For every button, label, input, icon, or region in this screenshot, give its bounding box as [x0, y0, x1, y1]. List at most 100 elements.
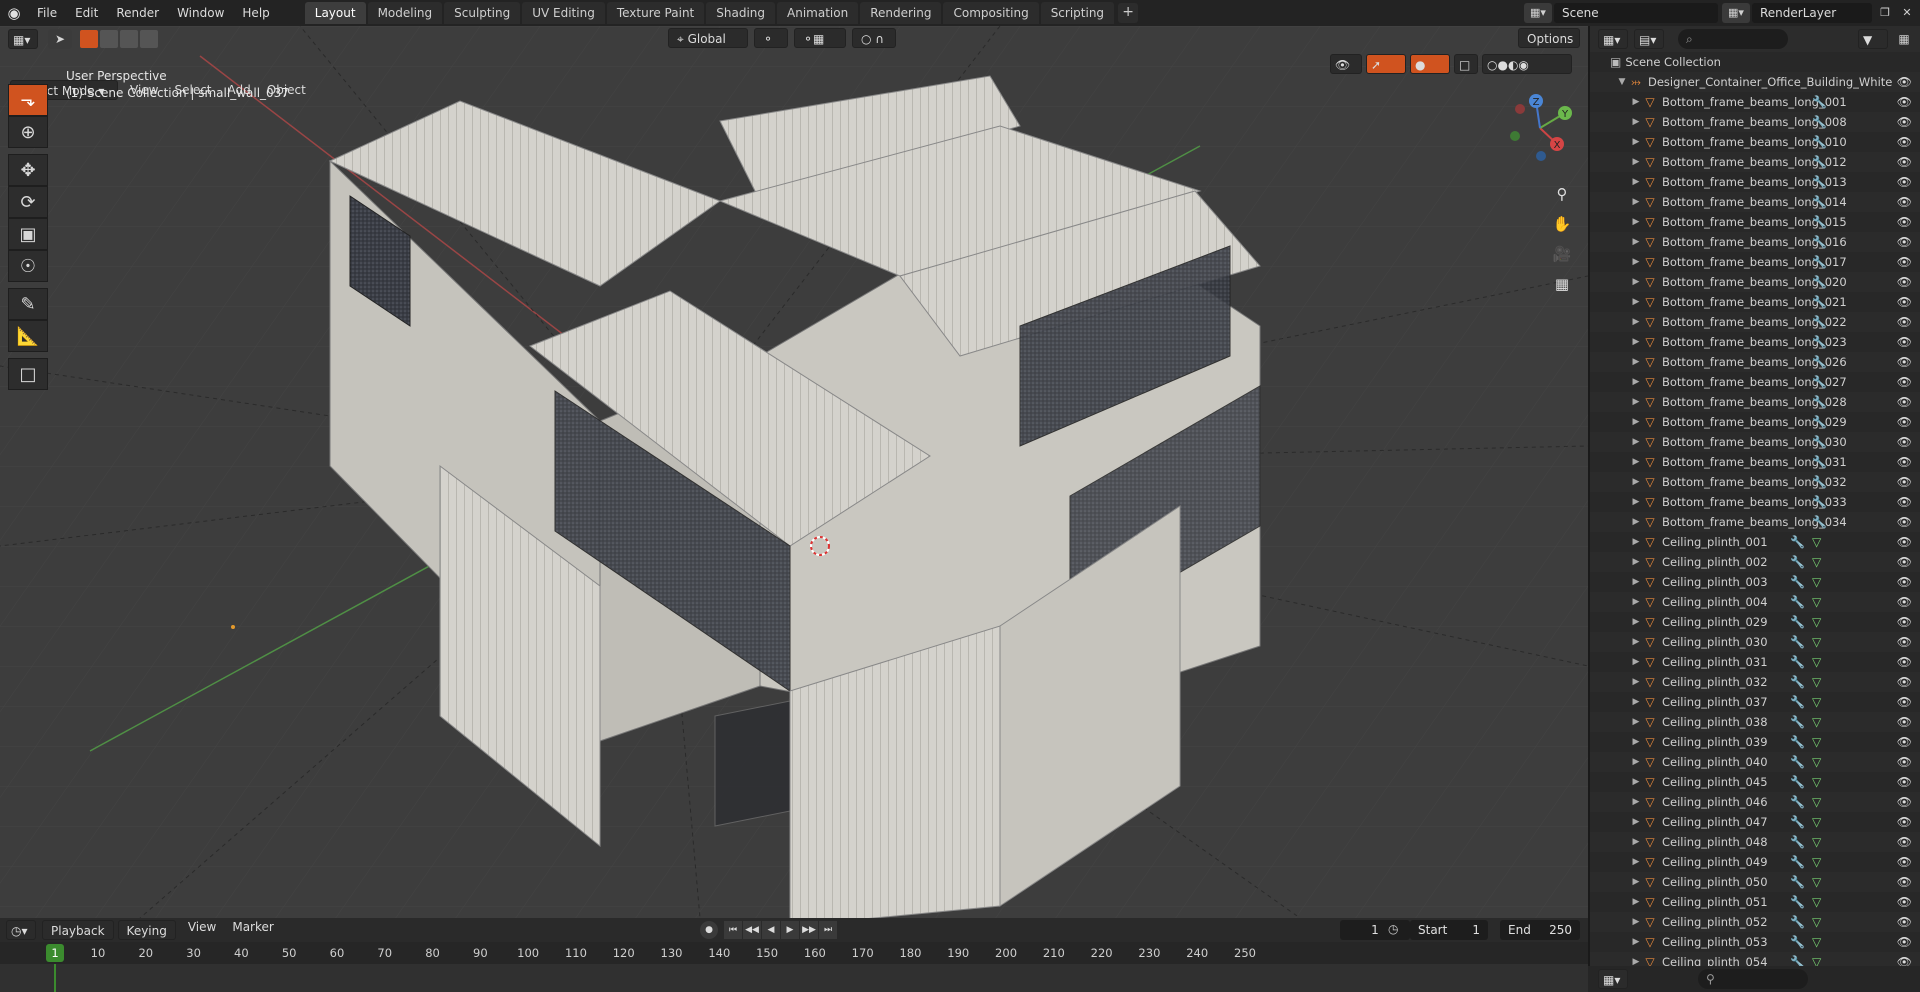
add-workspace-button[interactable]: + [1118, 3, 1139, 23]
rotate-tool-icon[interactable]: ⟳ [8, 186, 48, 218]
visibility-eye-icon[interactable]: 👁 [1897, 555, 1912, 569]
visibility-eye-icon[interactable]: 👁 [1897, 695, 1912, 709]
visibility-eye-icon[interactable]: 👁 [1897, 415, 1912, 429]
modifier-wrench-icon[interactable]: 🔧 [1812, 135, 1827, 149]
frame-ruler[interactable]: 1 10 20 30 40 50 60 70 80 90 100 110 120 130 140 150 160… [0, 942, 1588, 964]
outliner-item-row[interactable]: ▶ ▽ Bottom_frame_beams_long_034 🔧 👁 [1590, 512, 1920, 532]
visibility-eye-icon[interactable]: 👁 [1897, 935, 1912, 949]
modifier-wrench-icon[interactable]: 🔧 [1812, 395, 1827, 409]
expand-caret-icon[interactable]: ▶ [1630, 817, 1642, 827]
outliner-item-row[interactable]: ▶ ▽ Bottom_frame_beams_long_026 🔧 👁 [1590, 352, 1920, 372]
expand-caret-icon[interactable]: ▶ [1630, 137, 1642, 147]
pan-hand-icon[interactable]: ✋ [1548, 210, 1576, 238]
render-layer-field[interactable]: RenderLayer [1752, 3, 1872, 23]
visibility-eye-icon[interactable]: 👁 [1897, 915, 1912, 929]
prev-keyframe-icon[interactable]: ◀◀ [743, 921, 761, 939]
new-collection-icon[interactable]: ▦ [1894, 32, 1914, 46]
modifier-wrench-icon[interactable]: 🔧 [1790, 775, 1805, 789]
modifier-wrench-icon[interactable]: 🔧 [1790, 615, 1805, 629]
modifier-wrench-icon[interactable]: 🔧 [1790, 915, 1805, 929]
outliner-item-row[interactable]: ▶ ▽ Ceiling_plinth_032 🔧 ▽ 👁 [1590, 672, 1920, 692]
outliner-item-row[interactable]: ▶ ▽ Ceiling_plinth_031 🔧 ▽ 👁 [1590, 652, 1920, 672]
outliner-item-row[interactable]: ▶ ▽ Bottom_frame_beams_long_032 🔧 👁 [1590, 472, 1920, 492]
mesh-data-icon[interactable]: ▽ [1812, 635, 1821, 649]
mesh-data-icon[interactable]: ▽ [1812, 915, 1821, 929]
modifier-wrench-icon[interactable]: 🔧 [1812, 295, 1827, 309]
visibility-eye-icon[interactable]: 👁 [1897, 175, 1912, 189]
outliner-item-row[interactable]: ▶ ▽ Ceiling_plinth_050 🔧 ▽ 👁 [1590, 872, 1920, 892]
modifier-wrench-icon[interactable]: 🔧 [1812, 235, 1827, 249]
display-mode-icon[interactable]: ▤▾ [1634, 29, 1664, 49]
visibility-eye-icon[interactable]: 👁 [1897, 895, 1912, 909]
expand-caret-icon[interactable]: ▶ [1630, 277, 1642, 287]
menu-render[interactable]: Render [107, 2, 168, 24]
expand-caret-icon[interactable]: ▶ [1630, 437, 1642, 447]
outliner-item-row[interactable]: ▶ ▽ Bottom_frame_beams_long_023 🔧 👁 [1590, 332, 1920, 352]
outliner-item-row[interactable]: ▶ ▽ Ceiling_plinth_039 🔧 ▽ 👁 [1590, 732, 1920, 752]
outliner-item-row[interactable]: ▶ ▽ Ceiling_plinth_001 🔧 ▽ 👁 [1590, 532, 1920, 552]
modifier-wrench-icon[interactable]: 🔧 [1812, 115, 1827, 129]
select-invert-icon[interactable] [140, 30, 158, 48]
visibility-eye-icon[interactable]: 👁 [1897, 815, 1912, 829]
measure-tool-icon[interactable]: 📐 [8, 320, 48, 352]
visibility-eye-icon[interactable]: 👁 [1897, 395, 1912, 409]
view-layer-icon[interactable]: ▦▾ [1722, 3, 1750, 23]
orientation-dropdown[interactable]: ⌖ Global [668, 28, 748, 48]
modifier-wrench-icon[interactable]: 🔧 [1812, 455, 1827, 469]
start-frame-field[interactable]: Start 1 [1410, 920, 1488, 940]
visibility-eye-icon[interactable]: 👁 [1897, 795, 1912, 809]
navigation-gizmo[interactable]: X Y Z [1500, 88, 1580, 168]
jump-end-icon[interactable]: ⏭ [819, 921, 837, 939]
visibility-eye-icon[interactable]: 👁 [1897, 335, 1912, 349]
mesh-data-icon[interactable]: ▽ [1812, 755, 1821, 769]
expand-caret-icon[interactable]: ▶ [1630, 717, 1642, 727]
visibility-eye-icon[interactable]: 👁 [1897, 255, 1912, 269]
visibility-eye-icon[interactable]: 👁 [1897, 635, 1912, 649]
copy-layer-icon[interactable]: ❐ [1876, 3, 1894, 23]
visibility-eye-icon[interactable]: 👁 [1897, 575, 1912, 589]
visibility-eye-icon[interactable]: 👁 [1897, 835, 1912, 849]
expand-caret-icon[interactable]: ▶ [1630, 957, 1642, 966]
modifier-wrench-icon[interactable]: 🔧 [1790, 855, 1805, 869]
modifier-wrench-icon[interactable]: 🔧 [1790, 835, 1805, 849]
modifier-wrench-icon[interactable]: 🔧 [1790, 655, 1805, 669]
modifier-wrench-icon[interactable]: 🔧 [1812, 495, 1827, 509]
overlay-toggle-icon[interactable]: ● [1410, 54, 1450, 74]
modifier-wrench-icon[interactable]: 🔧 [1790, 695, 1805, 709]
timeline-editor-icon[interactable]: ◷▾ [6, 920, 36, 940]
visibility-eye-icon[interactable]: 👁 [1897, 355, 1912, 369]
visibility-eye-icon[interactable]: 👁 [1897, 375, 1912, 389]
visibility-eye-icon[interactable]: 👁 [1897, 715, 1912, 729]
outliner-item-row[interactable]: ▶ ▽ Bottom_frame_beams_long_014 🔧 👁 [1590, 192, 1920, 212]
jump-start-icon[interactable]: ⏮ [724, 921, 742, 939]
modifier-wrench-icon[interactable]: 🔧 [1812, 515, 1827, 529]
viewport-scene[interactable] [0, 26, 1588, 918]
3d-viewport[interactable]: ▦▾ ➤ Object Mode ▾ View Select Add Object ⌖… [0, 26, 1588, 918]
expand-caret-icon[interactable]: ▶ [1630, 697, 1642, 707]
modifier-wrench-icon[interactable]: 🔧 [1790, 895, 1805, 909]
snap-icon[interactable]: ⚬▦ [794, 28, 846, 48]
mesh-data-icon[interactable]: ▽ [1812, 815, 1821, 829]
expand-caret-icon[interactable]: ▶ [1630, 517, 1642, 527]
menu-help[interactable]: Help [233, 2, 278, 24]
outliner-item-row[interactable]: ▶ ▽ Ceiling_plinth_003 🔧 ▽ 👁 [1590, 572, 1920, 592]
modifier-wrench-icon[interactable]: 🔧 [1812, 475, 1827, 489]
move-tool-icon[interactable]: ✥ [8, 154, 48, 186]
expand-caret-icon[interactable]: ▶ [1630, 777, 1642, 787]
expand-caret-icon[interactable]: ▶ [1630, 557, 1642, 567]
mesh-data-icon[interactable]: ▽ [1812, 675, 1821, 689]
expand-caret-icon[interactable]: ▶ [1630, 97, 1642, 107]
status-editor-icon[interactable]: ▦▾ [1598, 969, 1628, 989]
expand-caret-icon[interactable]: ▶ [1630, 497, 1642, 507]
add-cube-tool-icon[interactable]: □ [8, 358, 48, 390]
mesh-data-icon[interactable]: ▽ [1812, 575, 1821, 589]
visibility-eye-icon[interactable]: 👁 [1897, 75, 1912, 89]
tab-layout[interactable]: Layout [304, 2, 366, 24]
expand-caret-icon[interactable]: ▶ [1630, 617, 1642, 627]
expand-caret-icon[interactable]: ▶ [1630, 397, 1642, 407]
outliner-item-row[interactable]: ▶ ▽ Ceiling_plinth_049 🔧 ▽ 👁 [1590, 852, 1920, 872]
expand-caret-icon[interactable]: ▶ [1630, 877, 1642, 887]
outliner-item-row[interactable]: ▶ ▽ Ceiling_plinth_054 🔧 ▽ 👁 [1590, 952, 1920, 966]
mesh-data-icon[interactable]: ▽ [1812, 715, 1821, 729]
outliner-item-row[interactable]: ▶ ▽ Ceiling_plinth_037 🔧 ▽ 👁 [1590, 692, 1920, 712]
